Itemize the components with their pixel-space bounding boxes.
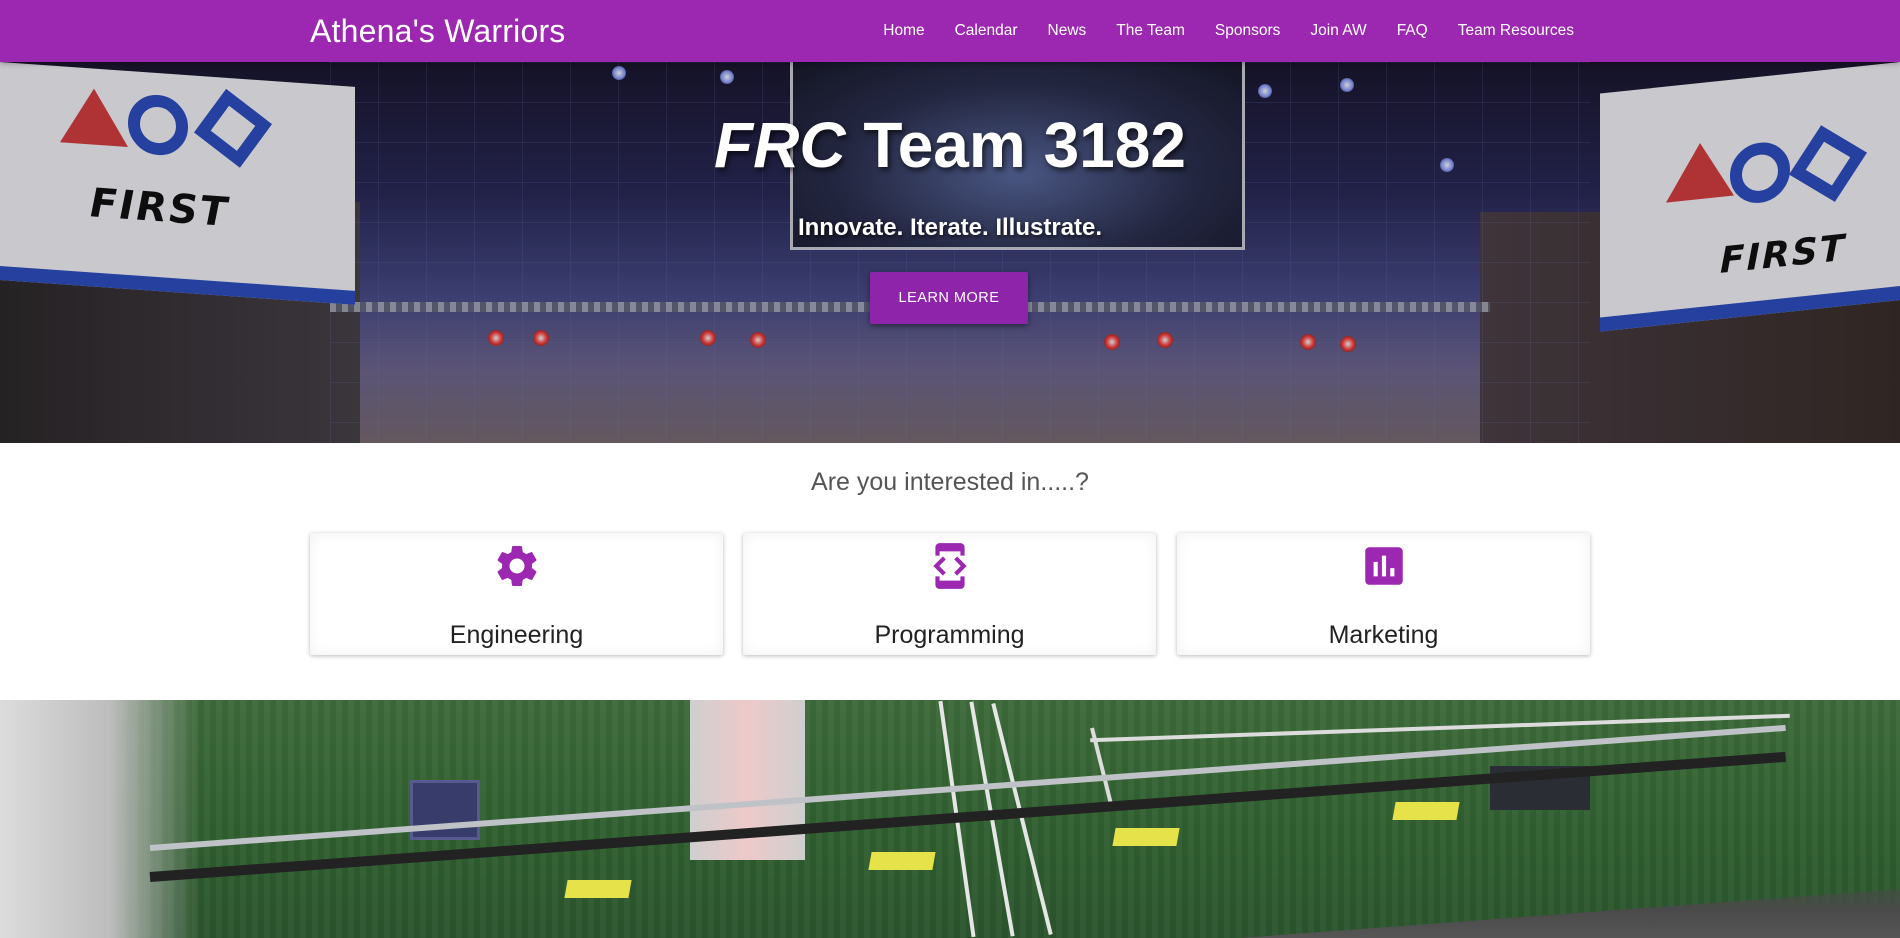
interest-card-programming[interactable]: Programming	[743, 533, 1156, 655]
hero-title-team: Team 3182	[845, 109, 1186, 181]
field-bg-yellow-pad	[868, 852, 936, 870]
field-bg-left-wall	[0, 700, 200, 938]
developer-mode-icon	[932, 543, 967, 589]
field-bg-yellow-pad	[1112, 828, 1180, 846]
nav-item-join-aw[interactable]: Join AW	[1310, 22, 1366, 40]
bar-chart-icon	[1364, 547, 1403, 585]
card-label-marketing: Marketing	[1328, 621, 1439, 649]
hero-title-frc: FRC	[714, 109, 846, 181]
nav-item-faq[interactable]: FAQ	[1397, 22, 1428, 40]
hero-section: FIRST FIRST FRC Team 3182 Innovate. Iter…	[0, 62, 1900, 443]
brand-title[interactable]: Athena's Warriors	[310, 12, 566, 50]
top-navbar: Athena's Warriors Home Calendar News The…	[0, 0, 1900, 62]
nav-item-team-resources[interactable]: Team Resources	[1458, 22, 1574, 40]
field-bg-yellow-pad	[1392, 802, 1460, 820]
hero-tagline: Innovate. Iterate. Illustrate.	[797, 214, 1103, 241]
nav-item-sponsors[interactable]: Sponsors	[1215, 22, 1280, 40]
hero-title: FRC Team 3182	[0, 106, 1900, 184]
gear-icon	[497, 545, 536, 586]
learn-more-button[interactable]: LEARN MORE	[870, 272, 1028, 324]
nav-item-home[interactable]: Home	[883, 22, 924, 40]
field-bg-yellow-pad	[564, 880, 632, 898]
interest-card-engineering[interactable]: Engineering	[310, 533, 723, 655]
card-label-engineering: Engineering	[449, 621, 584, 649]
interest-heading: Are you interested in.....?	[811, 468, 1089, 496]
nav-item-the-team[interactable]: The Team	[1116, 22, 1185, 40]
nav-item-calendar[interactable]: Calendar	[955, 22, 1018, 40]
main-nav: Home Calendar News The Team Sponsors Joi…	[853, 0, 1574, 62]
field-image-section	[0, 700, 1900, 938]
nav-item-news[interactable]: News	[1048, 22, 1087, 40]
card-label-programming: Programming	[874, 621, 1025, 649]
interest-card-marketing[interactable]: Marketing	[1177, 533, 1590, 655]
